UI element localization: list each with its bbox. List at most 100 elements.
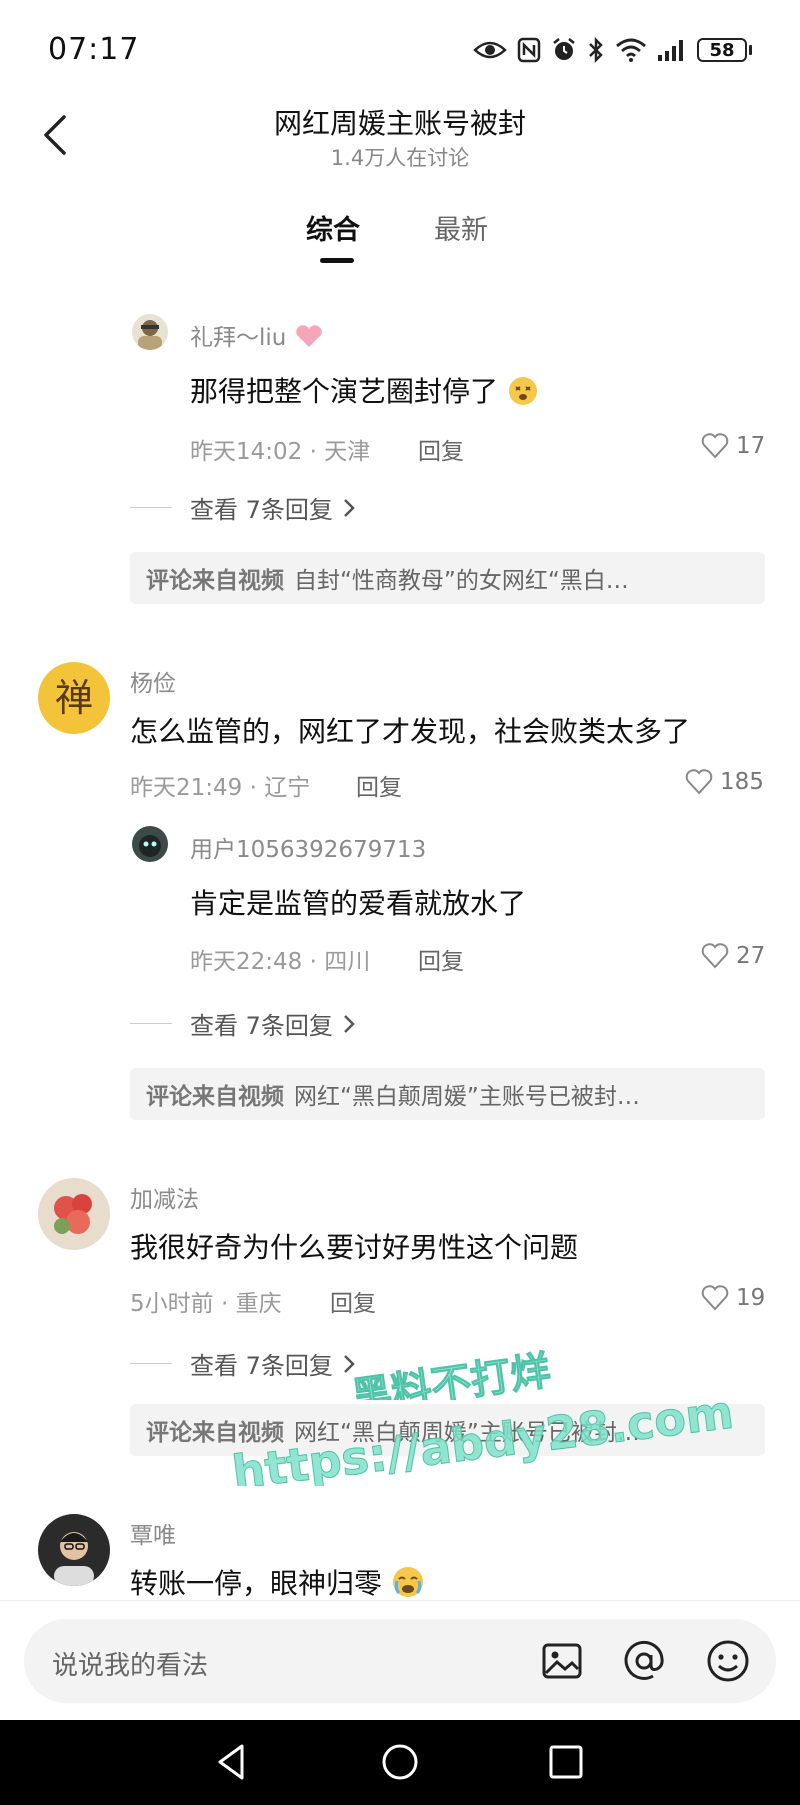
like-count: 185: [720, 769, 764, 795]
topic-header: 网红周媛主账号被封 1.4万人在讨论: [0, 100, 800, 180]
bluetooth-icon: [589, 36, 603, 64]
nav-home-icon[interactable]: [378, 1740, 422, 1784]
eye-icon: [473, 41, 507, 59]
video-source-card[interactable]: 评论来自视频 网红“黑白颠周媛”主账号已被封…: [130, 1068, 765, 1120]
commenter-name[interactable]: 覃唯: [130, 1516, 176, 1550]
avatar-image: [139, 835, 161, 857]
view-replies-text: 查看 7条回复: [190, 1352, 333, 1380]
clipped-previous-row: [130, 270, 770, 280]
like-count: 17: [736, 433, 766, 459]
comment-text: 我很好奇为什么要讨好男性这个问题: [130, 1231, 579, 1264]
view-replies-text: 查看 7条回复: [190, 496, 333, 524]
avatar-image: [54, 1194, 92, 1234]
heart-icon: [685, 769, 713, 795]
comment-text-content: 转账一停，眼神归零: [130, 1567, 383, 1600]
reply-button[interactable]: 回复: [330, 1284, 376, 1318]
source-prefix: 评论来自视频: [146, 1420, 284, 1446]
chevron-right-icon: [344, 1354, 355, 1373]
comment-text: 肯定是监管的爱看就放水了: [190, 887, 527, 920]
avatar[interactable]: [132, 314, 168, 350]
comment-meta: 昨天14:02 · 天津: [190, 439, 371, 465]
source-title: 网红“黑白颠周媛”主账号已被封…: [294, 1420, 640, 1446]
comment-text: 怎么监管的，网红了才发现，社会败类太多了: [130, 715, 691, 748]
comment-meta: 5小时前 · 重庆: [130, 1291, 282, 1317]
avatar-image: [138, 320, 162, 350]
commenter-name[interactable]: 礼拜～liu: [190, 318, 324, 352]
avatar-image: [54, 1532, 94, 1586]
avatar[interactable]: 禅: [38, 662, 110, 734]
video-source-card[interactable]: 评论来自视频 网红“黑白颠周媛”主账号已被封…: [130, 1404, 765, 1456]
active-tab-indicator: [320, 258, 354, 263]
avatar[interactable]: [38, 1178, 110, 1250]
divider: [130, 1023, 172, 1024]
tab-comprehensive[interactable]: 综合: [306, 208, 360, 247]
nfc-icon: [517, 37, 541, 63]
tab-latest[interactable]: 最新: [434, 208, 488, 247]
commenter-name[interactable]: 用户1056392679713: [190, 830, 426, 864]
chevron-right-icon: [344, 1014, 355, 1033]
comment-input-placeholder: 说说我的看法: [52, 1651, 209, 1681]
source-title: 自封“性商教母”的女网红“黑白…: [294, 568, 629, 594]
nav-back-icon[interactable]: [210, 1740, 254, 1784]
mention-icon[interactable]: [620, 1637, 668, 1685]
heart-icon: [701, 1285, 729, 1311]
commenter-name[interactable]: 加减法: [130, 1180, 199, 1214]
nav-recents-icon[interactable]: [544, 1740, 588, 1784]
status-bar: 07:17 58: [0, 0, 800, 100]
comment-text-content: 那得把整个演艺圈封停了: [190, 375, 499, 408]
heart-icon: [701, 433, 729, 459]
alarm-icon: [553, 38, 575, 60]
image-icon[interactable]: [538, 1637, 586, 1685]
sort-tabs: 综合 最新: [0, 200, 800, 270]
reply-button[interactable]: 回复: [418, 432, 464, 466]
view-replies-link[interactable]: 查看 7条回复: [130, 1346, 359, 1381]
commenter-name[interactable]: 杨俭: [130, 664, 176, 698]
page-title: 网红周媛主账号被封: [273, 107, 526, 140]
emoji-dizzy-icon: [508, 377, 537, 405]
system-nav-bar: [0, 1720, 800, 1805]
comment-input-bar: 说说我的看法: [0, 1600, 800, 1721]
heart-icon: [701, 943, 729, 969]
svg-text:黑料不打烊: 黑料不打烊: [349, 1348, 553, 1400]
watermark-line1: 黑料不打烊: [348, 1347, 553, 1421]
battery-tip: [749, 45, 752, 55]
like-count: 27: [736, 943, 766, 969]
signal-icon: [658, 40, 683, 61]
watermark: 黑料不打烊: [340, 1340, 760, 1421]
chevron-right-icon: [344, 498, 355, 517]
comment-input[interactable]: 说说我的看法: [24, 1619, 776, 1703]
source-prefix: 评论来自视频: [146, 568, 284, 594]
status-time: 07:17: [48, 32, 140, 67]
comment-text: 转账一停，眼神归零: [130, 1562, 425, 1600]
comment-text: 那得把整个演艺圈封停了: [190, 370, 539, 410]
like-button[interactable]: 19: [700, 1284, 765, 1312]
battery-indicator: 58: [697, 38, 752, 62]
emoji-icon[interactable]: [704, 1637, 752, 1685]
comment-meta: 昨天22:48 · 四川: [190, 949, 371, 975]
commenter-name-text: 礼拜～liu: [190, 325, 287, 351]
divider: [130, 1363, 172, 1364]
source-title: 网红“黑白颠周媛”主账号已被封…: [294, 1084, 640, 1110]
reply-button[interactable]: 回复: [356, 768, 402, 802]
wifi-icon: [616, 38, 646, 62]
comment-meta: 昨天21:49 · 辽宁: [130, 775, 311, 801]
view-replies-link[interactable]: 查看 7条回复: [130, 490, 359, 525]
comment-list[interactable]: 礼拜～liu 那得把整个演艺圈封停了 昨天14:02 · 天津 回复 17 查看…: [0, 270, 800, 1600]
divider: [130, 507, 172, 508]
discussion-count: 1.4万人在讨论: [330, 146, 470, 170]
status-icons: 58: [473, 32, 752, 68]
like-count: 19: [736, 1285, 766, 1311]
avatar-char: 禅: [54, 676, 93, 720]
battery-level: 58: [697, 38, 747, 62]
heart-emoji-icon: [295, 325, 322, 347]
like-button[interactable]: 185: [684, 768, 764, 796]
reply-button[interactable]: 回复: [418, 942, 464, 976]
avatar[interactable]: [38, 1514, 110, 1586]
like-button[interactable]: 27: [700, 942, 765, 970]
emoji-crying-icon: [392, 1567, 423, 1597]
source-prefix: 评论来自视频: [146, 1084, 284, 1110]
video-source-card[interactable]: 评论来自视频 自封“性商教母”的女网红“黑白…: [130, 552, 765, 604]
avatar[interactable]: [132, 826, 168, 862]
view-replies-link[interactable]: 查看 7条回复: [130, 1006, 359, 1041]
like-button[interactable]: 17: [700, 432, 765, 460]
